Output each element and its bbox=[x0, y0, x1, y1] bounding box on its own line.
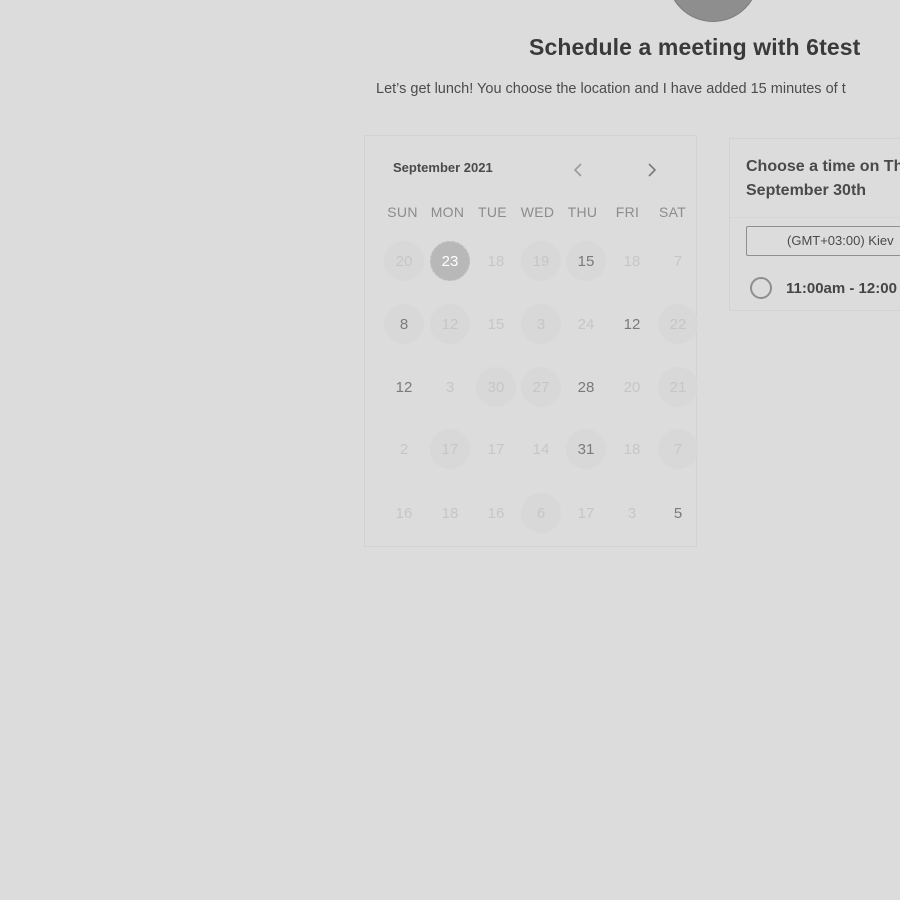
month-label: September 2021 bbox=[393, 160, 493, 175]
calendar-day: 18 bbox=[623, 440, 641, 458]
calendar-day[interactable]: 15 bbox=[566, 241, 606, 281]
meeting-description: Let’s get lunch! You choose the location… bbox=[376, 81, 846, 97]
calendar-day: 19 bbox=[521, 241, 561, 281]
calendar-day: 16 bbox=[395, 504, 413, 522]
weekday-label: FRI bbox=[615, 204, 640, 220]
calendar-day: 21 bbox=[658, 367, 698, 407]
calendar-day: 18 bbox=[441, 504, 459, 522]
calendar-day: 18 bbox=[487, 252, 505, 270]
calendar-day: 22 bbox=[658, 304, 698, 344]
time-heading: Choose a time on Th September 30th bbox=[746, 155, 900, 203]
chevron-right-icon bbox=[647, 162, 657, 178]
calendar-day: 12 bbox=[430, 304, 470, 344]
calendar-day[interactable]: 12 bbox=[612, 304, 652, 344]
calendar-day: 17 bbox=[487, 440, 505, 458]
calendar-day: 27 bbox=[521, 367, 561, 407]
calendar-day: 17 bbox=[577, 504, 595, 522]
calendar-day[interactable]: 8 bbox=[384, 304, 424, 344]
time-heading-line2: September 30th bbox=[746, 182, 867, 199]
calendar-day[interactable]: 12 bbox=[384, 367, 424, 407]
calendar-day[interactable]: 28 bbox=[566, 367, 606, 407]
calendar-day: 7 bbox=[673, 252, 683, 270]
calendar-day: 17 bbox=[430, 429, 470, 469]
weekday-label: SAT bbox=[658, 204, 687, 220]
avatar bbox=[667, 0, 759, 22]
calendar-day: 30 bbox=[476, 367, 516, 407]
calendar-day: 3 bbox=[627, 504, 637, 522]
weekday-label: THU bbox=[567, 204, 598, 220]
calendar-card: September 2021 SUN MON TUE WED THU FRI S… bbox=[364, 135, 698, 547]
time-picker-card: Choose a time on Th September 30th (GMT+… bbox=[729, 138, 900, 311]
calendar-day: 18 bbox=[623, 252, 641, 270]
calendar-day: 3 bbox=[445, 378, 455, 396]
calendar-day: 20 bbox=[384, 241, 424, 281]
weekday-label: MON bbox=[430, 204, 465, 220]
calendar-day: 6 bbox=[521, 493, 561, 533]
weekday-label: SUN bbox=[387, 204, 418, 220]
calendar-day: 7 bbox=[658, 429, 698, 469]
time-slot[interactable]: 11:00am - 12:00 bbox=[750, 275, 897, 301]
calendar-day-selected[interactable]: 23 bbox=[430, 241, 470, 281]
calendar-day: 24 bbox=[577, 315, 595, 333]
booking-page: Schedule a meeting with 6test Let’s get … bbox=[0, 0, 900, 900]
calendar-day: 20 bbox=[623, 378, 641, 396]
radio-unchecked-icon[interactable] bbox=[750, 277, 772, 299]
weekday-header: SUN MON TUE WED THU FRI SAT bbox=[380, 204, 695, 224]
calendar-day[interactable]: 5 bbox=[658, 493, 698, 533]
time-slot-label: 11:00am - 12:00 bbox=[786, 279, 897, 297]
calendar-day: 15 bbox=[487, 315, 505, 333]
prev-month-button[interactable] bbox=[569, 160, 587, 180]
weekday-label: WED bbox=[520, 204, 555, 220]
calendar-day[interactable]: 31 bbox=[566, 429, 606, 469]
calendar-day: 16 bbox=[487, 504, 505, 522]
next-month-button[interactable] bbox=[643, 160, 661, 180]
weekday-label: TUE bbox=[478, 204, 507, 220]
calendar-day: 14 bbox=[532, 440, 550, 458]
divider bbox=[730, 217, 900, 218]
chevron-left-icon bbox=[573, 162, 583, 178]
calendar-day: 2 bbox=[399, 440, 409, 458]
calendar-day: 3 bbox=[521, 304, 561, 344]
time-heading-line1: Choose a time on Th bbox=[746, 158, 900, 175]
page-title: Schedule a meeting with 6test bbox=[529, 34, 861, 60]
timezone-select[interactable]: (GMT+03:00) Kiev bbox=[746, 226, 900, 256]
